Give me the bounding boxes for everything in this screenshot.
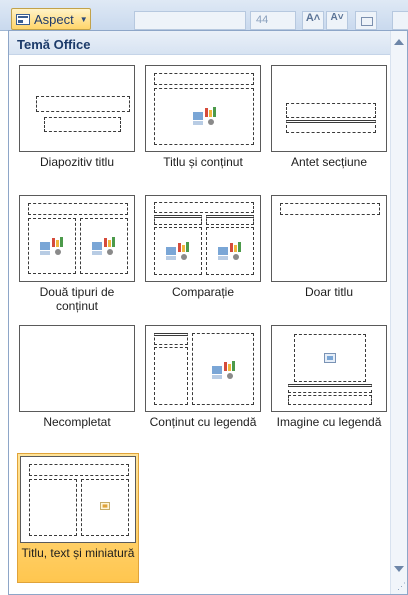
layout-picture-caption[interactable]: Imagine cu legendă bbox=[269, 323, 391, 453]
more-button[interactable] bbox=[392, 11, 408, 30]
chevron-down-icon: ▼ bbox=[79, 14, 88, 24]
layout-comparison[interactable]: Comparație bbox=[143, 193, 265, 323]
grow-font-button[interactable]: A˄ bbox=[302, 11, 324, 30]
layout-label: Conținut cu legendă bbox=[149, 415, 257, 429]
layout-label: Diapozitiv titlu bbox=[39, 155, 115, 169]
content-icons-icon bbox=[218, 242, 241, 260]
text-placeholder bbox=[29, 479, 77, 536]
title-placeholder bbox=[280, 203, 380, 215]
layout-two-content[interactable]: Două tipuri de conținut bbox=[17, 193, 139, 323]
gallery-header: Temă Office bbox=[9, 31, 391, 55]
layout-blank[interactable]: Necompletat bbox=[17, 323, 139, 453]
layout-thumbnail bbox=[271, 65, 387, 152]
title-placeholder bbox=[286, 103, 376, 118]
shrink-font-label: A˅ bbox=[330, 12, 344, 23]
content-placeholder-right bbox=[206, 227, 254, 275]
font-size-value: 44 bbox=[256, 14, 269, 26]
layout-label: Antet secțiune bbox=[290, 155, 368, 169]
content-placeholder bbox=[192, 333, 254, 405]
content-icons-icon bbox=[212, 361, 235, 379]
content-placeholder-left bbox=[154, 227, 202, 275]
layout-label: Titlu și conținut bbox=[163, 155, 243, 169]
ribbon-strip: Aspect ▼ 44 A˄ A˅ bbox=[0, 0, 408, 31]
content-placeholder-right bbox=[80, 218, 128, 274]
layout-thumbnail bbox=[19, 65, 135, 152]
content-icons-icon bbox=[193, 107, 216, 125]
thumbnail-placeholder bbox=[81, 479, 129, 536]
layout-icon bbox=[16, 13, 30, 25]
layout-title-content[interactable]: Titlu și conținut bbox=[143, 63, 265, 183]
clear-formatting-button[interactable] bbox=[355, 11, 377, 30]
title-placeholder bbox=[36, 96, 130, 112]
title-placeholder bbox=[28, 203, 128, 215]
grow-font-label: A˄ bbox=[305, 12, 321, 24]
aspect-button[interactable]: Aspect ▼ bbox=[11, 8, 91, 30]
layout-thumbnail bbox=[271, 325, 387, 412]
scroll-up-arrow-icon[interactable] bbox=[394, 39, 404, 45]
caption-text-placeholder bbox=[288, 395, 372, 405]
content-icons-icon bbox=[92, 237, 115, 255]
gallery-scrollbar[interactable]: ⋰ bbox=[390, 31, 407, 594]
layout-gallery: Temă Office Diapozitiv titlu Titlu și co… bbox=[8, 30, 408, 595]
layout-label: Necompletat bbox=[43, 415, 111, 429]
content-placeholder bbox=[154, 88, 254, 145]
resize-grip-icon[interactable]: ⋰ bbox=[397, 581, 406, 592]
content-icons-icon bbox=[40, 237, 63, 255]
layout-title-slide[interactable]: Diapozitiv titlu bbox=[17, 63, 139, 183]
title-placeholder bbox=[29, 464, 129, 476]
content-icons-icon bbox=[166, 242, 189, 260]
layout-thumbnail bbox=[271, 195, 387, 282]
subtitle-placeholder bbox=[44, 117, 121, 132]
layout-thumbnail bbox=[19, 325, 135, 412]
layout-title-only[interactable]: Doar titlu bbox=[269, 193, 391, 323]
content-placeholder-left bbox=[28, 218, 76, 274]
layout-label: Doar titlu bbox=[304, 285, 354, 299]
layout-thumbnail bbox=[19, 195, 135, 282]
heading-placeholder-right bbox=[206, 215, 254, 225]
title-placeholder bbox=[154, 73, 254, 85]
shrink-font-button[interactable]: A˅ bbox=[326, 11, 348, 30]
text-placeholder bbox=[286, 120, 376, 133]
layout-thumbnail bbox=[145, 65, 261, 152]
layout-section-header[interactable]: Antet secțiune bbox=[269, 63, 391, 183]
font-size-field[interactable]: 44 bbox=[250, 11, 296, 30]
heading-placeholder-left bbox=[154, 215, 202, 225]
caption-title-placeholder bbox=[288, 384, 372, 393]
layout-label: Titlu, text și miniatură bbox=[21, 546, 135, 560]
layout-title-text-thumbnail[interactable]: Titlu, text și miniatură bbox=[17, 453, 139, 583]
scroll-down-arrow-icon[interactable] bbox=[394, 566, 404, 572]
aspect-button-label: Aspect bbox=[34, 11, 74, 27]
font-name-field[interactable] bbox=[134, 11, 246, 30]
layout-thumbnail bbox=[145, 325, 261, 412]
layout-content-caption[interactable]: Conținut cu legendă bbox=[143, 323, 265, 453]
picture-placeholder bbox=[294, 334, 366, 382]
layout-label: Comparație bbox=[171, 285, 235, 299]
layout-label: Două tipuri de conținut bbox=[39, 285, 115, 313]
layout-thumbnail bbox=[20, 456, 136, 543]
picture-icon bbox=[324, 353, 336, 363]
caption-title-placeholder bbox=[154, 333, 188, 345]
layout-thumbnail bbox=[145, 195, 261, 282]
layout-label: Imagine cu legendă bbox=[276, 415, 382, 429]
caption-text-placeholder bbox=[154, 347, 188, 405]
picture-icon bbox=[100, 502, 110, 510]
title-placeholder bbox=[154, 202, 254, 213]
